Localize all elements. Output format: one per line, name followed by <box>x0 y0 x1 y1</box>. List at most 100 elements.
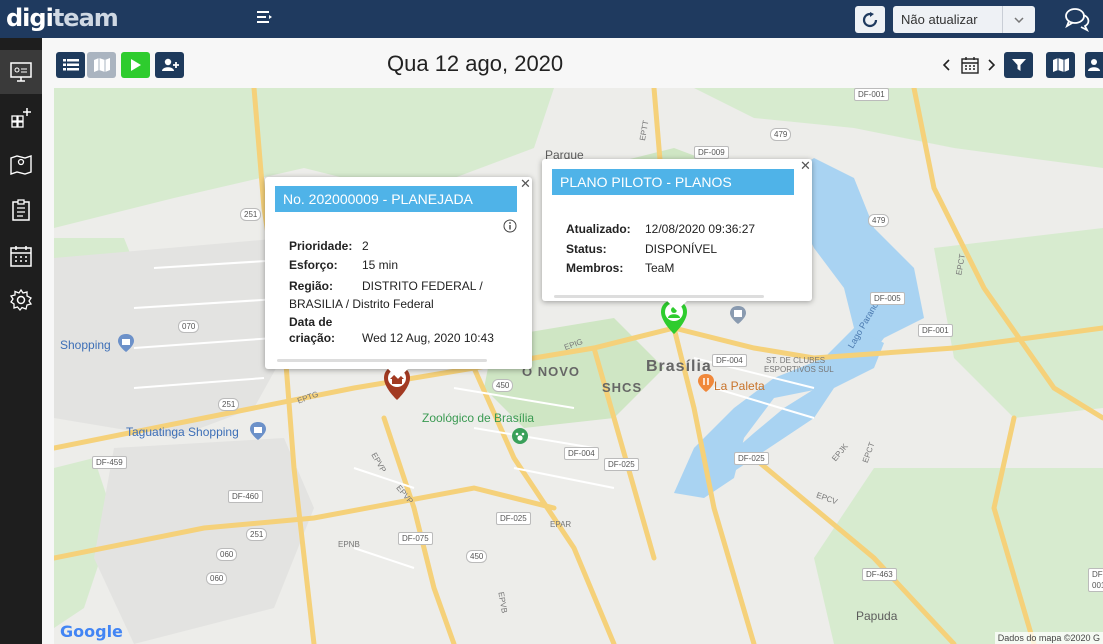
shield-df460: DF-460 <box>228 490 263 503</box>
shield-479-b: 479 <box>868 214 890 227</box>
left-sidebar <box>0 38 42 644</box>
google-logo: Google <box>60 622 123 641</box>
team-button[interactable] <box>1085 52 1103 78</box>
shield-450-a: 450 <box>492 379 514 392</box>
popup-scrollbar[interactable] <box>554 295 764 298</box>
shield-df459: DF-459 <box>92 456 127 469</box>
shopping-bag-icon[interactable] <box>118 334 134 357</box>
order-field-label: Prioridade: <box>289 239 353 253</box>
order-popup-title: No. 202000009 - PLANEJADA <box>275 186 517 212</box>
page-title-date: Qua 12 ago, 2020 <box>387 51 564 76</box>
team-popup-title: PLANO PILOTO - PLANOS <box>552 169 794 195</box>
info-icon[interactable] <box>503 219 517 236</box>
calendar-icon <box>10 246 32 267</box>
order-field-value: DISTRITO FEDERAL / <box>362 279 483 293</box>
map-label-shopping: Shopping <box>60 338 111 352</box>
order-field-label: Data de <box>289 315 333 329</box>
map-label-esportivos-sul: ESPORTIVOS SUL <box>764 365 834 374</box>
popup-scrollbar[interactable] <box>277 359 487 362</box>
zoo-paw-icon[interactable] <box>512 428 528 451</box>
digiteam-logo[interactable]: digiteam <box>6 2 119 34</box>
map-label-epar: EPAR <box>550 520 572 529</box>
list-view-button[interactable] <box>56 52 85 78</box>
close-icon[interactable]: ✕ <box>520 177 531 190</box>
play-button[interactable] <box>121 52 150 78</box>
team-field-label: Atualizado: <box>566 222 631 236</box>
presentation-icon <box>10 62 32 82</box>
map-icon <box>1052 58 1069 72</box>
restaurant-icon[interactable] <box>698 374 714 397</box>
order-field-value: Wed 12 Aug, 2020 10:43 <box>362 331 494 345</box>
gear-icon <box>9 288 33 312</box>
map-icon <box>93 58 110 72</box>
map-label-zoo: Zoológico de Brasília <box>422 411 535 425</box>
shield-251-b: 251 <box>218 398 240 411</box>
shield-df025-a: DF-025 <box>604 458 639 471</box>
shield-251-c: 251 <box>246 528 268 541</box>
shield-df463: DF-463 <box>862 568 897 581</box>
sidebar-item-map[interactable] <box>0 142 42 186</box>
sidebar-item-grid[interactable] <box>0 96 42 140</box>
shield-df075: DF-075 <box>398 532 433 545</box>
sidebar-item-dashboard[interactable] <box>0 50 42 94</box>
auto-refresh-select[interactable]: Não atualizar <box>893 6 1035 33</box>
filter-button[interactable] <box>1004 52 1033 78</box>
shield-060-a: 060 <box>216 548 238 561</box>
prev-day-button[interactable] <box>941 52 953 78</box>
order-field-label: Esforço: <box>289 258 338 272</box>
shield-df001-right: DF-001 <box>918 324 953 337</box>
clipboard-icon <box>12 199 30 221</box>
order-field-value: 15 min <box>362 258 399 272</box>
date-picker-button[interactable] <box>959 52 981 78</box>
map-pin-icon <box>10 155 32 175</box>
shield-df025-c: DF-025 <box>496 512 531 525</box>
map-label-taguatinga-shopping: Taguatinga Shopping <box>126 425 239 439</box>
map-label-la-paleta: La Paleta <box>714 379 765 393</box>
map-label-st-clubes: ST. DE CLUBES <box>766 356 826 365</box>
shield-df009: DF-009 <box>694 146 729 159</box>
next-day-button[interactable] <box>985 52 997 78</box>
refresh-icon <box>862 11 878 27</box>
chevron-left-icon <box>943 59 950 71</box>
shield-df004-a: DF-004 <box>712 354 747 367</box>
users-icon <box>1088 59 1100 71</box>
sidebar-item-settings[interactable] <box>0 278 42 322</box>
map-view[interactable]: Parque O NOVO Brasília Shopping Taguatin… <box>54 88 1103 644</box>
chat-icon[interactable] <box>1064 6 1090 33</box>
team-field-value: TeaM <box>645 261 675 275</box>
add-user-button[interactable] <box>155 52 184 78</box>
shopping-bag-icon[interactable] <box>250 422 266 445</box>
top-bar: digiteam Não atualizar <box>0 0 1103 38</box>
map-label-shcs: SHCS <box>602 380 643 395</box>
order-field-value: BRASILIA / Distrito Federal <box>289 297 434 311</box>
map-label-epnb: EPNB <box>338 540 360 549</box>
shield-070: 070 <box>178 320 200 333</box>
team-info-popup: ✕ PLANO PILOTO - PLANOS Atualizado: 12/0… <box>542 159 812 311</box>
order-info-popup: ✕ No. 202000009 - PLANEJADA Prioridade: … <box>265 177 532 379</box>
shield-df001-br: DF-001 <box>1088 568 1103 592</box>
team-field-value: 12/08/2020 09:36:27 <box>645 222 756 236</box>
menu-toggle-icon[interactable] <box>255 8 273 26</box>
grid-plus-icon <box>11 108 31 128</box>
refresh-button[interactable] <box>855 6 885 33</box>
order-field-label: Região: <box>289 279 334 293</box>
map-attribution[interactable]: Dados do mapa ©2020 G <box>994 632 1103 644</box>
map-view-button[interactable] <box>87 52 116 78</box>
shield-df004-b: DF-004 <box>564 447 599 460</box>
chevron-down-icon <box>1002 6 1035 33</box>
sidebar-item-calendar[interactable] <box>0 234 42 278</box>
sidebar-item-orders[interactable] <box>0 188 42 232</box>
auto-refresh-value: Não atualizar <box>901 12 978 27</box>
close-icon[interactable]: ✕ <box>800 159 811 172</box>
shield-df025-b: DF-025 <box>734 452 769 465</box>
play-icon <box>130 59 141 71</box>
add-user-icon <box>161 58 179 71</box>
calendar-icon <box>961 57 979 74</box>
shield-479-a: 479 <box>770 128 792 141</box>
map-layers-button[interactable] <box>1046 52 1075 78</box>
shield-450-b: 450 <box>466 550 488 563</box>
order-field-label: criação: <box>289 331 336 345</box>
shield-251-a: 251 <box>240 208 262 221</box>
shield-df001-top: DF-001 <box>854 88 889 101</box>
landmark-icon[interactable] <box>730 306 746 329</box>
